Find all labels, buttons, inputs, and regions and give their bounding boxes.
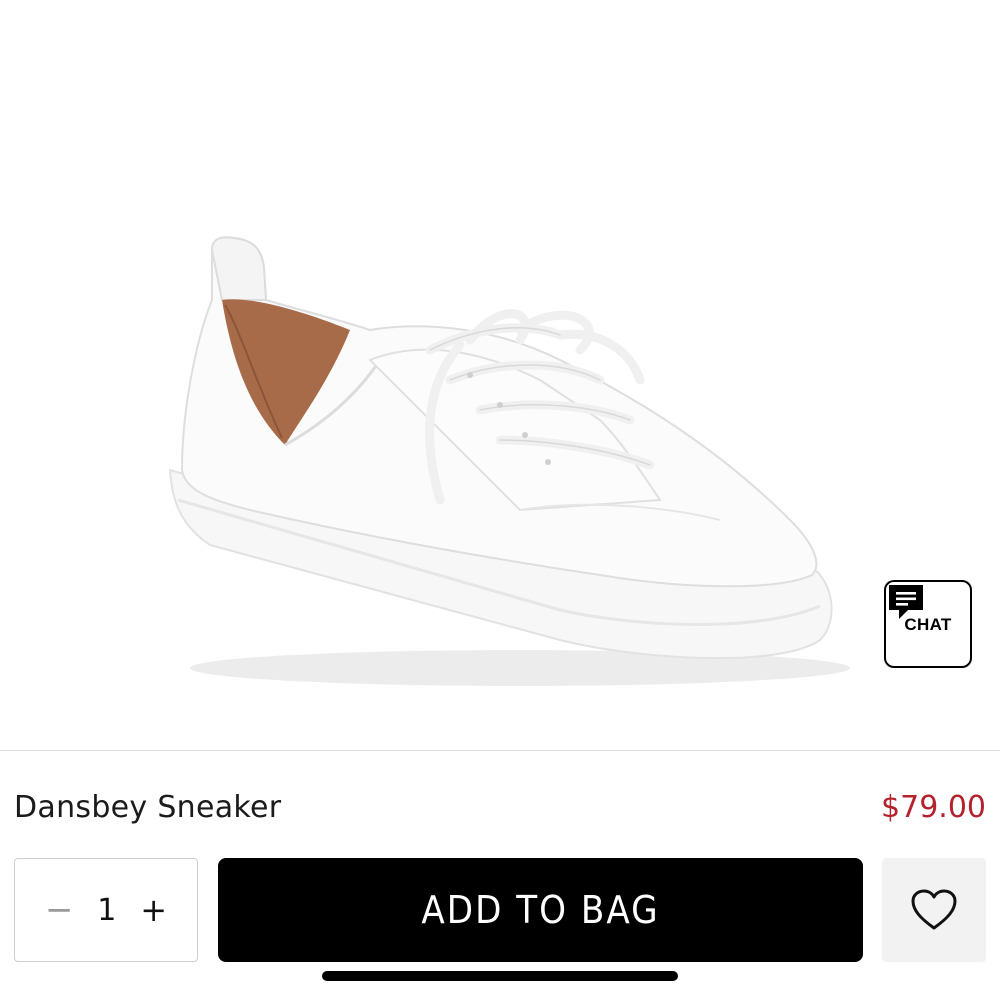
decrement-button[interactable]: − <box>45 893 74 927</box>
sneaker-illustration <box>168 236 850 686</box>
product-price: $79.00 <box>881 790 986 825</box>
increment-button[interactable]: + <box>140 894 167 926</box>
product-page: CHAT Dansbey Sneaker $79.00 − 1 + ADD TO… <box>0 0 1000 1000</box>
quantity-stepper: − 1 + <box>14 858 198 962</box>
wishlist-button[interactable] <box>882 858 986 962</box>
chat-button[interactable]: CHAT <box>884 580 972 668</box>
home-indicator[interactable] <box>322 971 678 981</box>
divider <box>0 750 1000 751</box>
quantity-value: 1 <box>97 892 117 928</box>
add-to-bag-button[interactable]: ADD TO BAG <box>218 858 863 962</box>
heart-icon <box>911 889 957 930</box>
product-title: Dansbey Sneaker <box>14 790 282 825</box>
chat-bubble-icon <box>889 585 923 619</box>
product-image[interactable]: CHAT <box>0 0 1000 750</box>
